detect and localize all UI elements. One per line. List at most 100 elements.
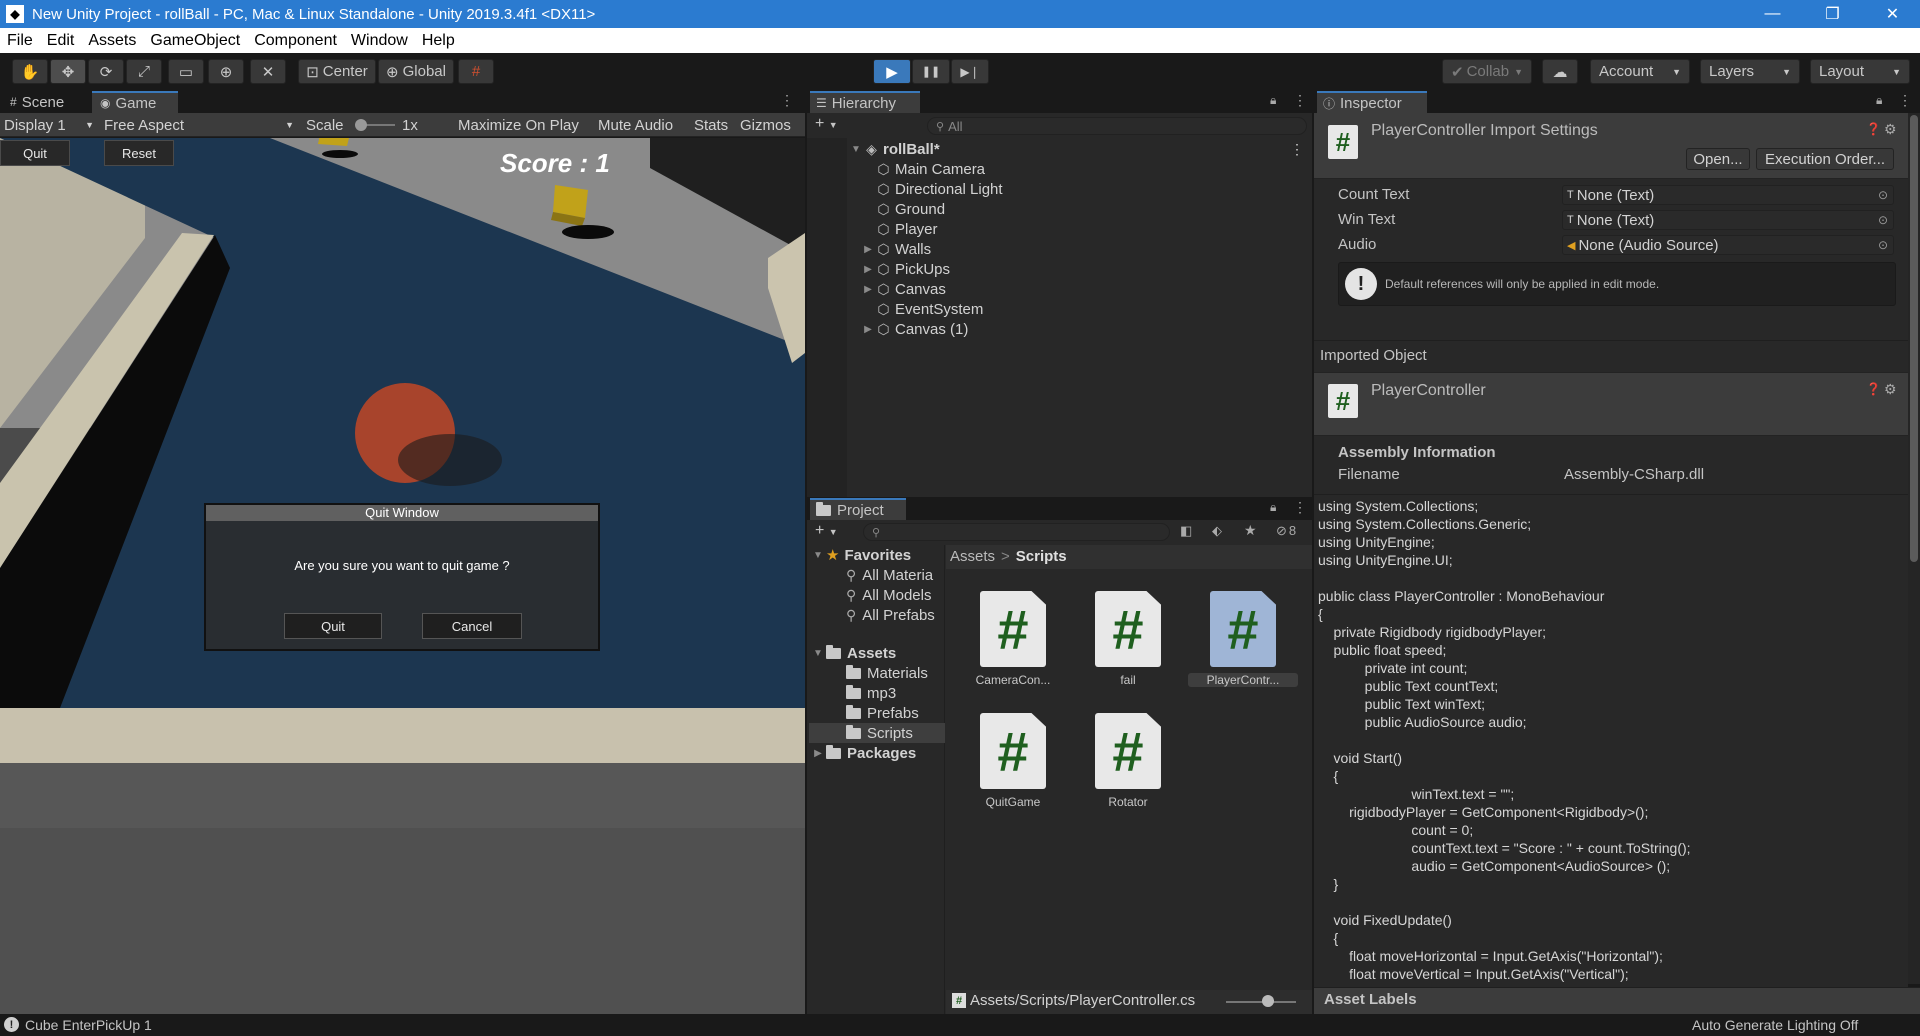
menu-help[interactable]: Help xyxy=(422,32,455,50)
more-options-icon[interactable]: ⋮ xyxy=(1293,92,1307,109)
script-file-icon[interactable]: # xyxy=(1095,713,1161,789)
collab-button[interactable]: ✔ Collab ▼ xyxy=(1442,59,1532,84)
lighting-status[interactable]: Auto Generate Lighting Off xyxy=(1692,1017,1858,1033)
execution-order-button[interactable]: Execution Order... xyxy=(1756,148,1894,170)
minimize-button[interactable]: — xyxy=(1745,0,1800,28)
gizmos-toggle[interactable]: Gizmos xyxy=(740,117,791,134)
maximize-on-play-toggle[interactable]: Maximize On Play xyxy=(458,117,579,134)
file-label-fail[interactable]: fail xyxy=(1073,673,1183,687)
project-create-button[interactable]: + ▼ xyxy=(815,522,838,540)
cloud-button[interactable]: ☁ xyxy=(1542,59,1578,84)
asset-folder-prefabs[interactable]: Prefabs xyxy=(809,703,945,723)
hierarchy-item-walls[interactable]: ▶ ⬡ Walls xyxy=(862,239,931,259)
rotate-tool-button[interactable]: ⟳ xyxy=(88,59,124,84)
status-message[interactable]: Cube EnterPickUp 1 xyxy=(25,1017,152,1033)
favorite-item-all-prefabs[interactable]: ⚲ All Prefabs xyxy=(846,605,935,625)
file-label-cameracon[interactable]: CameraCon... xyxy=(958,673,1068,687)
label-tag-icon[interactable]: ⬖ xyxy=(1212,523,1222,539)
file-label-quitgame[interactable]: QuitGame xyxy=(958,795,1068,809)
aspect-dropdown[interactable]: Free Aspect ▼ xyxy=(104,116,294,134)
create-add-button[interactable]: + ▼ xyxy=(815,115,838,133)
close-button[interactable]: ✕ xyxy=(1865,0,1920,28)
expand-arrow-icon[interactable]: ▶ xyxy=(862,284,874,295)
breadcrumb-assets[interactable]: Assets xyxy=(950,548,995,565)
dialog-cancel-button[interactable]: Cancel xyxy=(422,613,522,639)
project-search-input[interactable]: ⚲ xyxy=(863,523,1170,541)
more-options-icon[interactable]: ⋮ xyxy=(780,92,794,109)
layout-dropdown[interactable]: Layout ▼ xyxy=(1810,59,1910,84)
asset-folder-materials[interactable]: Materials xyxy=(809,663,945,683)
scrollbar-thumb[interactable] xyxy=(1910,115,1918,562)
more-options-icon[interactable]: ⋮ xyxy=(1290,141,1304,158)
filter-by-type-icon[interactable]: ◧ xyxy=(1180,523,1192,539)
icon-size-slider[interactable] xyxy=(1226,1001,1296,1003)
script-file-icon[interactable]: # xyxy=(1210,591,1276,667)
move-tool-button[interactable]: ✥ xyxy=(50,59,86,84)
favorite-item-all-models[interactable]: ⚲ All Models xyxy=(846,585,931,605)
script-file-icon[interactable]: # xyxy=(980,591,1046,667)
layers-dropdown[interactable]: Layers ▼ xyxy=(1700,59,1800,84)
file-label-rotator[interactable]: Rotator xyxy=(1073,795,1183,809)
object-picker-icon[interactable]: ⊙ xyxy=(1878,213,1888,227)
game-quit-button[interactable]: Quit xyxy=(0,140,70,166)
file-label-playercontr[interactable]: PlayerContr... xyxy=(1188,673,1298,687)
scale-tool-button[interactable]: ⤢ xyxy=(126,59,162,84)
tab-hierarchy[interactable]: ☰ Hierarchy xyxy=(810,91,920,113)
help-icon[interactable]: ❓ xyxy=(1866,382,1881,396)
custom-tool-button[interactable]: ✕ xyxy=(250,59,286,84)
gear-icon[interactable]: ⚙ xyxy=(1884,121,1897,138)
rect-tool-button[interactable]: ▭ xyxy=(168,59,204,84)
favorites-row[interactable]: ▼ ★ Favorites xyxy=(812,545,911,565)
menu-assets[interactable]: Assets xyxy=(88,32,136,50)
menu-gameobject[interactable]: GameObject xyxy=(150,32,240,50)
icon-size-slider-handle[interactable] xyxy=(1262,995,1274,1007)
asset-folder-scripts[interactable]: Scripts xyxy=(809,723,945,743)
grid-snap-button[interactable]: # xyxy=(458,59,494,84)
object-field-audio[interactable]: ◀ None (Audio Source) ⊙ xyxy=(1562,235,1894,255)
hierarchy-item-canvas[interactable]: ▶ ⬡ Canvas xyxy=(862,279,946,299)
packages-row[interactable]: ▶ Packages xyxy=(812,743,916,763)
assets-row[interactable]: ▼ Assets xyxy=(812,643,896,663)
tab-game[interactable]: ◉ Game xyxy=(92,91,178,113)
pivot-center-button[interactable]: ⊡ Center xyxy=(298,59,376,84)
open-button[interactable]: Open... xyxy=(1686,148,1750,170)
hierarchy-item-main-camera[interactable]: ⬡ Main Camera xyxy=(862,159,985,179)
hierarchy-item-ground[interactable]: ⬡ Ground xyxy=(862,199,945,219)
hand-tool-button[interactable]: ✋ xyxy=(12,59,48,84)
asset-folder-mp3[interactable]: mp3 xyxy=(809,683,945,703)
menu-file[interactable]: File xyxy=(7,32,33,50)
maximize-button[interactable]: ❐ xyxy=(1805,0,1860,28)
space-global-button[interactable]: ⊕ Global xyxy=(378,59,454,84)
menu-window[interactable]: Window xyxy=(351,32,408,50)
script-file-icon[interactable]: # xyxy=(1095,591,1161,667)
scale-slider-handle[interactable] xyxy=(355,119,367,131)
hierarchy-item-eventsystem[interactable]: ⬡ EventSystem xyxy=(862,299,983,319)
object-field-count-text[interactable]: T None (Text) ⊙ xyxy=(1562,185,1894,205)
tab-project[interactable]: Project xyxy=(810,498,906,520)
transform-tool-button[interactable]: ⊕ xyxy=(208,59,244,84)
hidden-packages-toggle[interactable]: ⊘ 8 xyxy=(1276,523,1296,539)
account-dropdown[interactable]: Account ▼ xyxy=(1590,59,1690,84)
lock-icon[interactable]: 🔒︎ xyxy=(1270,93,1276,108)
scene-row[interactable]: ▼ ◈ rollBall* ⋮ xyxy=(850,139,1310,159)
help-icon[interactable]: ❓ xyxy=(1866,122,1881,136)
game-reset-button[interactable]: Reset xyxy=(104,140,174,166)
hierarchy-item-canvas-1[interactable]: ▶ ⬡ Canvas (1) xyxy=(862,319,968,339)
lock-icon[interactable]: 🔒︎ xyxy=(1270,500,1276,515)
menu-component[interactable]: Component xyxy=(254,32,337,50)
hierarchy-item-pickups[interactable]: ▶ ⬡ PickUps xyxy=(862,259,950,279)
favorite-item-all-materia[interactable]: ⚲ All Materia xyxy=(846,565,933,585)
more-options-icon[interactable]: ⋮ xyxy=(1293,499,1307,516)
expand-arrow-icon[interactable]: ▶ xyxy=(862,324,874,335)
display-dropdown[interactable]: Display 1 ▼ xyxy=(4,116,94,134)
dialog-quit-button[interactable]: Quit xyxy=(284,613,382,639)
mute-audio-toggle[interactable]: Mute Audio xyxy=(598,117,673,134)
game-viewport[interactable]: Score : 1 Quit Reset Quit Window Are you… xyxy=(0,138,805,1014)
step-button[interactable]: ▶❘ xyxy=(951,59,989,84)
menu-edit[interactable]: Edit xyxy=(47,32,75,50)
lock-icon[interactable]: 🔒︎ xyxy=(1876,93,1882,108)
object-picker-icon[interactable]: ⊙ xyxy=(1878,188,1888,202)
favorite-star-icon[interactable]: ★ xyxy=(1244,522,1257,539)
stats-toggle[interactable]: Stats xyxy=(694,117,728,134)
inspector-scrollbar[interactable] xyxy=(1908,113,1920,984)
